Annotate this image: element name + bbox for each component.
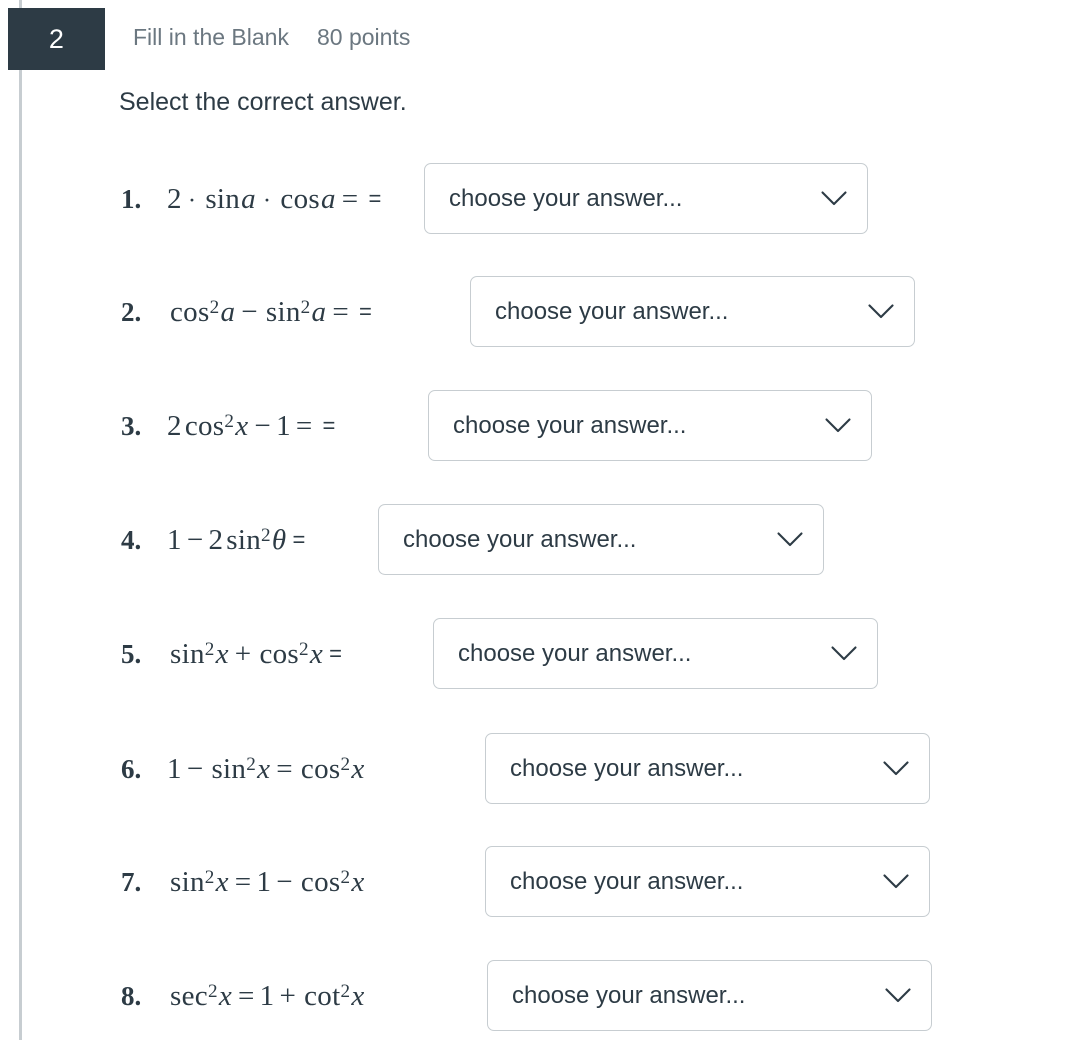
math-expression: sin 2 x + cos 2 x [170, 637, 324, 670]
chevron-down-icon [825, 418, 851, 433]
answer-dropdown-label: choose your answer... [512, 981, 746, 1009]
answer-dropdown-label: choose your answer... [510, 867, 744, 895]
list-item: 6. 1− sin 2 x = cos 2 x [119, 733, 366, 805]
list-item-number: 3. [121, 410, 142, 441]
list-item: 5. sin 2 x + cos 2 x = [119, 618, 348, 690]
answer-dropdown-label: choose your answer... [403, 525, 637, 553]
chevron-down-icon [777, 532, 803, 547]
chevron-down-icon [868, 304, 894, 319]
chevron-down-icon [883, 874, 909, 889]
question-type-label: Fill in the Blank [133, 24, 289, 50]
list-item: 4. 1−2 sin 2 θ = [119, 504, 311, 576]
answer-dropdown-1[interactable]: choose your answer... [424, 163, 868, 234]
list-item-number: 2. [121, 296, 142, 327]
question-meta: Fill in the Blank 80 points [133, 24, 410, 51]
list-item-number: 8. [121, 980, 142, 1011]
list-item-number: 5. [121, 638, 142, 669]
math-expression: cos 2 a − sin 2 a = [170, 295, 349, 328]
math-expression: 1−2 sin 2 θ [167, 523, 287, 556]
answer-dropdown-label: choose your answer... [510, 754, 744, 782]
answer-dropdown-label: choose your answer... [458, 639, 692, 667]
answer-dropdown-4[interactable]: choose your answer... [378, 504, 824, 575]
list-item: 1. 2 · sin a · cos a = = [119, 163, 387, 235]
trailing-equals-sign: = [359, 299, 372, 324]
answer-dropdown-label: choose your answer... [449, 184, 683, 212]
trailing-equals-sign: = [322, 413, 336, 438]
answer-dropdown-3[interactable]: choose your answer... [428, 390, 872, 461]
list-item-number: 1. [121, 183, 142, 214]
math-expression: 2 · sin a · cos a = [167, 182, 359, 215]
list-item: 2. cos 2 a − sin 2 a = = [119, 276, 378, 348]
chevron-down-icon [883, 761, 909, 776]
chevron-down-icon [831, 646, 857, 661]
list-item-number: 6. [121, 753, 142, 784]
math-expression: 1− sin 2 x = cos 2 x [167, 752, 365, 785]
math-expression: 2 cos 2 x −1 = [167, 409, 313, 442]
answer-dropdown-5[interactable]: choose your answer... [433, 618, 878, 689]
math-expression: sec 2 x = 1 + cot 2 x [170, 979, 365, 1012]
math-expression: sin 2 x = 1− cos 2 x [170, 865, 365, 898]
trailing-equals-sign: = [368, 186, 382, 211]
answer-dropdown-2[interactable]: choose your answer... [470, 276, 915, 347]
question-page: 2 Fill in the Blank 80 points Select the… [0, 0, 1090, 1040]
trailing-equals-sign: = [292, 527, 306, 552]
question-points-label: 80 points [316, 24, 411, 50]
answer-dropdown-7[interactable]: choose your answer... [485, 846, 930, 917]
list-item: 7. sin 2 x = 1− cos 2 x [119, 846, 366, 918]
answer-dropdown-label: choose your answer... [453, 411, 687, 439]
list-item-number: 7. [121, 866, 142, 897]
left-vertical-rule [19, 0, 22, 1040]
chevron-down-icon [885, 988, 911, 1003]
trailing-equals-sign: = [329, 641, 342, 666]
list-item: 3. 2 cos 2 x −1 = = [119, 390, 341, 462]
list-item-number: 4. [121, 524, 142, 555]
question-header: 2 Fill in the Blank 80 points [0, 0, 1090, 78]
chevron-down-icon [821, 191, 847, 206]
question-number-badge: 2 [8, 8, 105, 70]
answer-dropdown-6[interactable]: choose your answer... [485, 733, 930, 804]
page-title: Select the correct answer. [119, 88, 407, 116]
answer-dropdown-8[interactable]: choose your answer... [487, 960, 932, 1031]
list-item: 8. sec 2 x = 1 + cot 2 x [119, 960, 366, 1032]
answer-dropdown-label: choose your answer... [495, 297, 729, 325]
